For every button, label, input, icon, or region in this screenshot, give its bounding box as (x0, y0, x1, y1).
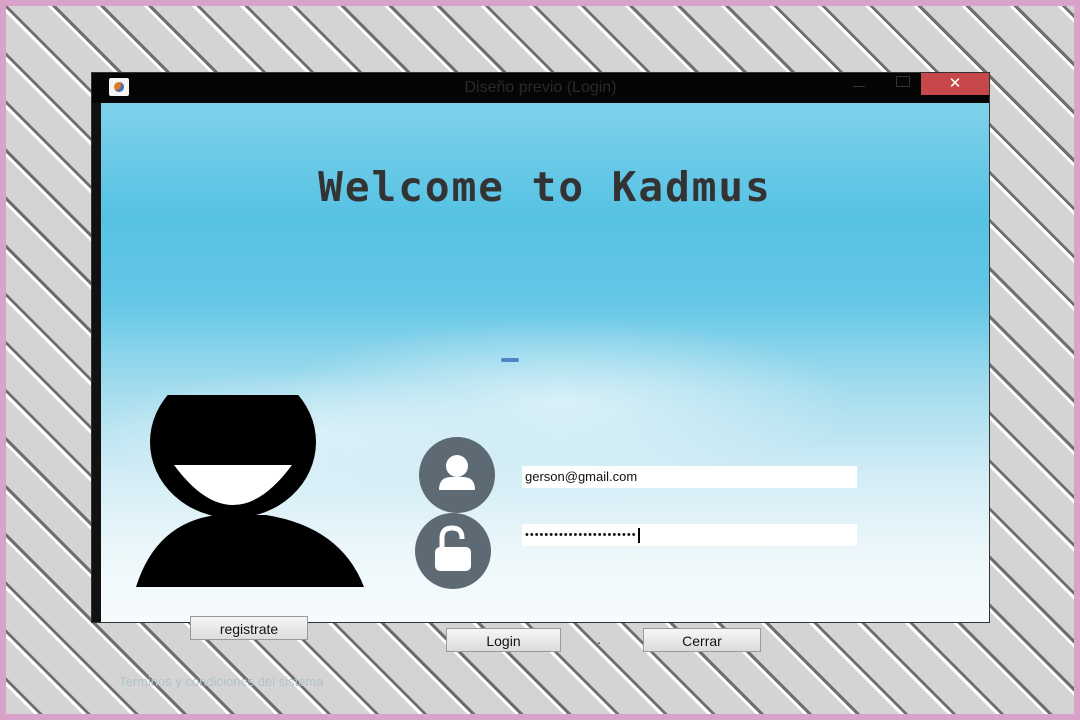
login-window: Diseño previo (Login) ✕ Welcome to Kadmu… (92, 73, 989, 689)
password-field[interactable]: ••••••••••••••••••••••• (522, 524, 857, 546)
login-panel: Welcome to Kadmus gerson@gmail.com •••••… (101, 103, 989, 689)
text-caret (637, 527, 640, 543)
separator-dot: . (597, 631, 601, 647)
maximize-button[interactable] (887, 73, 917, 95)
title-bar[interactable]: Diseño previo (Login) ✕ (92, 73, 989, 103)
welcome-heading: Welcome to Kadmus (318, 163, 772, 211)
close-button[interactable]: ✕ (921, 73, 989, 95)
login-button[interactable]: Login (446, 628, 561, 652)
close-app-button[interactable]: Cerrar (643, 628, 761, 652)
minimize-button[interactable] (844, 73, 874, 95)
decorative-dash (501, 358, 519, 362)
unlock-icon (415, 513, 491, 589)
password-dots: ••••••••••••••••••••••• (525, 529, 637, 541)
register-button[interactable]: registrate (190, 616, 308, 640)
user-icon (419, 437, 495, 513)
avatar-icon (136, 395, 364, 587)
email-field[interactable]: gerson@gmail.com (522, 466, 857, 488)
terms-link[interactable]: Terminos y condiciones del sistema (119, 674, 323, 689)
